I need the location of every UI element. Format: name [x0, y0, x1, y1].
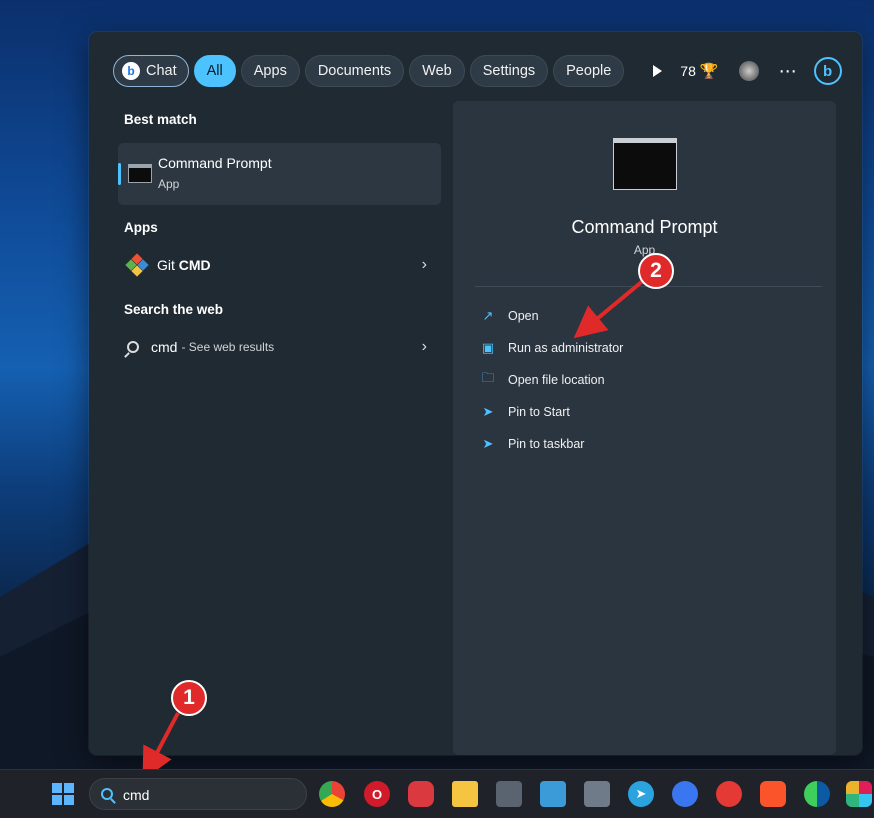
run-as-admin-label: Run as administrator: [508, 341, 624, 355]
best-match-subtitle: App: [158, 177, 180, 191]
telegram-icon[interactable]: ➤: [628, 781, 654, 807]
command-prompt-icon: [128, 164, 152, 183]
command-prompt-large-icon: [613, 138, 677, 190]
pin-to-taskbar-label: Pin to taskbar: [508, 437, 585, 451]
web-result-item[interactable]: cmd - See web results ›: [127, 332, 427, 362]
git-cmd-icon: [125, 253, 149, 277]
bing-icon[interactable]: b: [813, 57, 842, 85]
run-as-admin-action[interactable]: ▣ Run as administrator: [481, 338, 623, 358]
pin-to-taskbar-action[interactable]: ➤ Pin to taskbar: [481, 434, 585, 454]
more-filters-play-icon[interactable]: [653, 65, 663, 77]
profile-avatar[interactable]: [738, 61, 759, 81]
selection-indicator: [118, 163, 121, 185]
opera-icon[interactable]: O: [364, 781, 390, 807]
express-vpn-icon[interactable]: [408, 781, 434, 807]
details-title: Command Prompt: [571, 217, 718, 237]
pin-icon: ➤: [482, 436, 494, 451]
more-options-icon[interactable]: ⋯: [779, 61, 798, 82]
open-label: Open: [508, 309, 539, 323]
taskbar-search-input[interactable]: [123, 787, 283, 803]
git-cmd-label-prefix: Git: [157, 257, 179, 273]
settings-filter-tab[interactable]: Settings: [469, 55, 549, 87]
pin-to-start-label: Pin to Start: [508, 405, 570, 419]
web-query: cmd: [151, 339, 178, 355]
step-1-badge: 1: [171, 680, 207, 716]
chevron-right-icon[interactable]: ›: [422, 338, 427, 356]
best-match-heading: Best match: [124, 112, 197, 127]
taskbar-search-box[interactable]: [89, 778, 307, 810]
details-pane: Command Prompt App ↗ Open ▣ Run as admin…: [453, 101, 836, 755]
best-match-item[interactable]: Command Prompt App: [118, 143, 441, 205]
all-filter-tab[interactable]: All: [193, 55, 236, 87]
screen-zoom-icon[interactable]: [584, 781, 610, 807]
shield-admin-icon: ▣: [481, 340, 495, 355]
open-action[interactable]: ↗ Open: [481, 306, 539, 326]
rewards-points[interactable]: 78: [680, 63, 696, 79]
step-2-badge: 2: [638, 253, 674, 289]
signal-icon[interactable]: [672, 781, 698, 807]
screen-recorder-icon[interactable]: [716, 781, 742, 807]
calculator-icon[interactable]: [496, 781, 522, 807]
apps-filter-tab[interactable]: Apps: [240, 55, 300, 87]
folder-icon: 🗀: [481, 370, 495, 385]
apps-heading: Apps: [124, 220, 158, 235]
chrome-icon[interactable]: [319, 781, 345, 807]
brave-icon[interactable]: [760, 781, 786, 807]
search-web-heading: Search the web: [124, 302, 224, 317]
start-search-panel: b Chat All Apps Documents Web Settings P…: [89, 32, 862, 755]
open-file-location-label: Open file location: [508, 373, 605, 387]
chat-label: Chat: [146, 63, 177, 79]
best-match-title: Command Prompt: [158, 155, 272, 171]
slack-icon[interactable]: [846, 781, 872, 807]
bing-chat-icon: b: [122, 62, 140, 80]
web-suffix: - See web results: [181, 340, 275, 354]
details-subtitle: App: [633, 243, 656, 257]
pin-to-start-action[interactable]: ➤ Pin to Start: [481, 402, 570, 422]
git-cmd-label-bold: CMD: [178, 257, 211, 273]
pin-icon: ➤: [482, 404, 494, 419]
people-filter-tab[interactable]: People: [553, 55, 625, 87]
documents-filter-tab[interactable]: Documents: [304, 55, 405, 87]
taskbar: O ➤: [0, 769, 874, 818]
file-explorer-icon[interactable]: [452, 781, 478, 807]
app-item-git-cmd[interactable]: Git CMD ›: [125, 250, 427, 280]
edge-icon[interactable]: [804, 781, 830, 807]
open-external-icon: ↗: [482, 308, 494, 323]
open-file-location-action[interactable]: 🗀 Open file location: [481, 370, 605, 390]
chevron-right-icon[interactable]: ›: [422, 256, 427, 274]
chat-filter-button[interactable]: b Chat: [113, 55, 189, 87]
web-filter-tab[interactable]: Web: [409, 55, 465, 87]
windows-start-icon[interactable]: [52, 783, 74, 805]
rewards-trophy-icon[interactable]: 🏆: [700, 62, 719, 80]
filter-bar: b Chat All Apps Documents Web Settings P…: [113, 54, 842, 88]
snipping-tool-icon[interactable]: [540, 781, 566, 807]
search-icon: [127, 341, 139, 353]
search-icon: [101, 788, 113, 800]
